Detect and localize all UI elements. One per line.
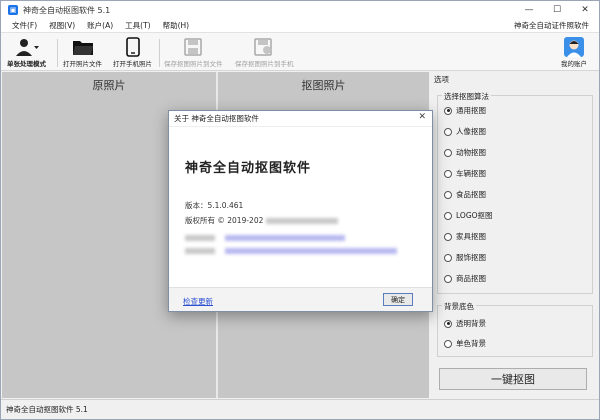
algo-label: 人像抠图 [456,127,486,136]
algo-option-clothing[interactable]: 服饰抠图 [444,252,486,263]
open-phone-button[interactable]: 打开手机照片 [113,36,152,70]
radio-checked-icon [444,319,452,328]
redacted-link[interactable] [225,235,346,241]
dialog-heading: 神奇全自动抠图软件 [185,161,312,176]
status-bar: 神奇全自动抠图软件 5.1 [1,399,599,419]
algo-option-product[interactable]: 商品抠图 [444,273,486,284]
redacted-link[interactable] [225,248,398,254]
algo-label: 服饰抠图 [456,253,486,262]
algo-label: 通用抠图 [456,106,486,115]
close-window-button[interactable]: ✕ [571,1,599,19]
save-file-label: 保存抠图照片到文件 [164,60,223,68]
copyright-text: 版权所有 © 2019-202 [185,216,264,225]
folder-icon [72,36,94,58]
open-file-button[interactable]: 打开照片文件 [63,36,102,70]
redacted-text [265,218,338,224]
dialog-title: 关于 神奇全自动抠图软件 [174,114,259,123]
redacted-line [185,246,398,255]
bg-label: 单色背景 [456,339,486,348]
dialog-title-bar: 关于 神奇全自动抠图软件 ✕ [169,111,432,127]
algo-option-portrait[interactable]: 人像抠图 [444,126,486,137]
redacted-text [185,235,215,241]
radio-icon [444,211,452,220]
algo-option-general[interactable]: 通用抠图 [444,105,486,116]
options-panel: 选项 选择抠图算法 通用抠图 人像抠图 动物抠图 车辆抠图 食品抠图 LOGO抠… [431,72,598,398]
my-account-label: 我的账户 [561,60,587,68]
cutout-photo-header: 抠图照片 [301,79,346,92]
status-text: 神奇全自动抠图软件 5.1 [6,405,88,414]
radio-icon [444,148,452,157]
original-photo-header: 原照片 [92,79,126,92]
dialog-footer: 检查更新 确定 [169,287,432,311]
open-file-label: 打开照片文件 [63,60,102,68]
toolbar-separator [57,39,58,67]
toolbar: 单张处理模式 打开照片文件 打开手机照片 保存抠图照片到文件 保存抠图照片到手机… [1,33,599,71]
maximize-button[interactable]: ☐ [543,1,571,19]
radio-checked-icon [444,106,452,115]
save-phone-button[interactable]: 保存抠图照片到手机 [235,36,294,70]
about-dialog: 关于 神奇全自动抠图软件 ✕ 神奇全自动抠图软件 版本：5.1.0.461 版权… [168,110,433,312]
id-photo-software-link[interactable]: 神奇全自动证件照软件 [514,20,589,31]
algo-option-food[interactable]: 食品抠图 [444,189,486,200]
save-phone-label: 保存抠图照片到手机 [235,60,294,68]
menu-file[interactable]: 文件(F) [6,20,43,31]
bg-label: 透明背景 [456,319,486,328]
radio-icon [444,339,452,348]
radio-icon [444,127,452,136]
avatar [564,36,584,58]
menu-bar: 文件(F) 视图(V) 账户(A) 工具(T) 帮助(H) 神奇全自动证件照软件 [1,19,599,33]
menu-view[interactable]: 视图(V) [43,20,81,31]
copyright-line: 版权所有 © 2019-202 [185,215,338,226]
redacted-line [185,233,346,242]
save-file-button[interactable]: 保存抠图照片到文件 [164,36,223,70]
window-title: 神奇全自动抠图软件 5.1 [23,5,111,15]
redacted-text [185,248,215,254]
algorithm-group: 选择抠图算法 通用抠图 人像抠图 动物抠图 车辆抠图 食品抠图 LOGO抠图 家… [437,91,593,294]
title-bar: ▣ 神奇全自动抠图软件 5.1 — ☐ ✕ [1,1,599,19]
my-account-button[interactable]: 我的账户 [561,36,587,70]
radio-icon [444,169,452,178]
algo-label: 食品抠图 [456,190,486,199]
algo-label: 动物抠图 [456,148,486,157]
person-dropdown-icon [14,36,40,58]
single-mode-label: 单张处理模式 [7,60,46,68]
phone-icon [125,36,140,58]
ok-button[interactable]: 确定 [383,293,413,306]
save-disk-icon [184,36,202,58]
algo-label: 家具抠图 [456,232,486,241]
algo-option-logo[interactable]: LOGO抠图 [444,210,493,221]
check-update-link[interactable]: 检查更新 [183,296,213,307]
radio-icon [444,253,452,262]
radio-icon [444,232,452,241]
algorithm-group-title: 选择抠图算法 [442,91,491,102]
open-phone-label: 打开手机照片 [113,60,152,68]
main-window: ▣ 神奇全自动抠图软件 5.1 — ☐ ✕ 文件(F) 视图(V) 账户(A) … [0,0,600,420]
window-controls: — ☐ ✕ [515,1,599,19]
menu-help[interactable]: 帮助(H) [157,20,196,31]
background-group: 背景底色 透明背景 单色背景 [437,301,593,357]
menu-account[interactable]: 账户(A) [81,20,119,31]
algo-label: 商品抠图 [456,274,486,283]
options-title: 选项 [434,75,449,84]
algo-label: LOGO抠图 [456,211,493,220]
save-phone-icon [254,36,274,58]
version-text: 版本：5.1.0.461 [185,201,244,210]
single-mode-button[interactable]: 单张处理模式 [7,36,46,70]
bg-option-solid[interactable]: 单色背景 [444,338,486,349]
app-icon: ▣ [8,5,18,15]
algo-option-vehicle[interactable]: 车辆抠图 [444,168,486,179]
one-click-cutout-button[interactable]: 一键抠图 [439,368,587,390]
toolbar-separator [159,39,160,67]
menu-tools[interactable]: 工具(T) [119,20,156,31]
algo-option-furniture[interactable]: 家具抠图 [444,231,486,242]
bg-option-transparent[interactable]: 透明背景 [444,318,486,329]
minimize-button[interactable]: — [515,1,543,19]
algo-label: 车辆抠图 [456,169,486,178]
close-icon[interactable]: ✕ [418,112,426,122]
algo-option-animal[interactable]: 动物抠图 [444,147,486,158]
radio-icon [444,190,452,199]
radio-icon [444,274,452,283]
background-group-title: 背景底色 [442,301,476,312]
